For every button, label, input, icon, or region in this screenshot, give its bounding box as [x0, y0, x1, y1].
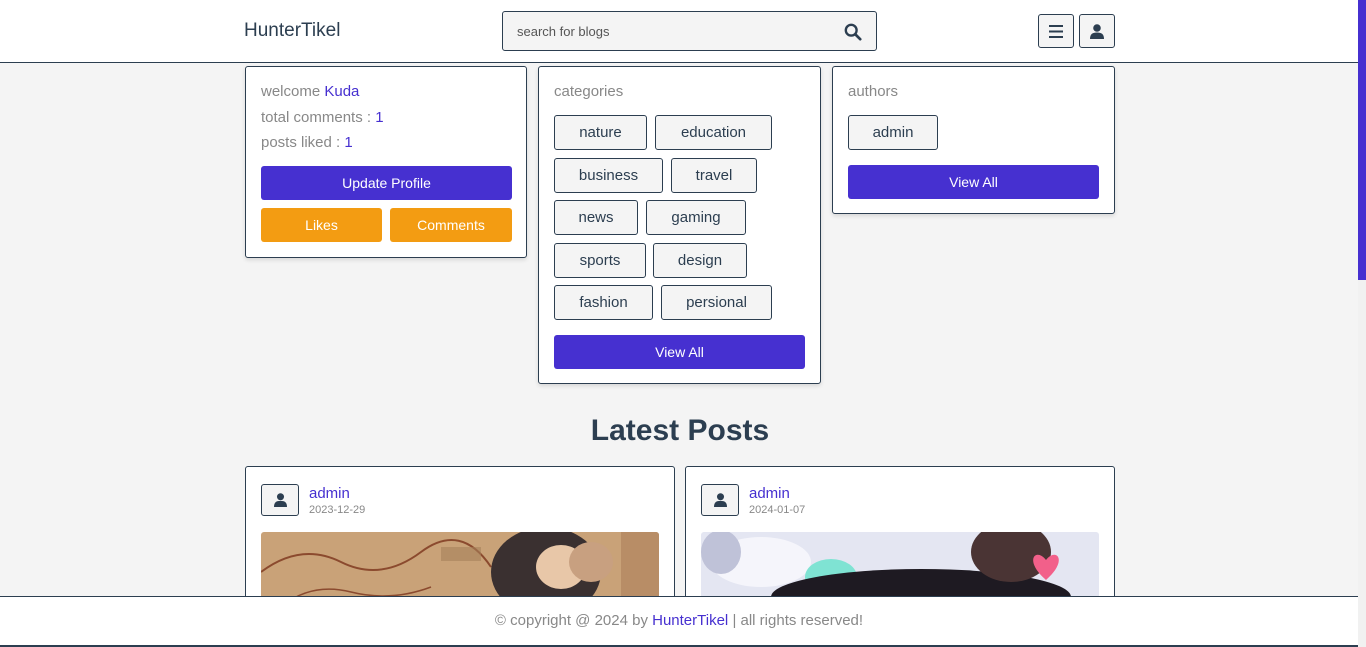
user-icon	[713, 493, 727, 507]
update-profile-button[interactable]: Update Profile	[261, 166, 512, 200]
category-tag-travel[interactable]: travel	[671, 158, 757, 193]
categories-view-all-button[interactable]: View All	[554, 335, 805, 369]
footer: © copyright @ 2024 by HunterTikel | all …	[0, 596, 1358, 647]
category-tag-education[interactable]: education	[655, 115, 772, 150]
footer-brand-link[interactable]: HunterTikel	[652, 612, 728, 629]
user-icon	[1090, 23, 1104, 39]
likes-label: posts liked :	[261, 134, 341, 151]
search-bar	[502, 11, 877, 51]
category-tag-business[interactable]: business	[554, 158, 663, 193]
category-tag-sports[interactable]: sports	[554, 243, 646, 278]
footer-copyright: © copyright @ 2024 by	[494, 612, 648, 629]
comments-line: total comments : 1	[261, 109, 384, 126]
likes-button[interactable]: Likes	[261, 208, 382, 242]
post-card: admin 2024-01-07	[685, 466, 1115, 606]
welcome-line: welcome Kuda	[261, 83, 359, 100]
post-card: admin 2023-12-29	[245, 466, 675, 606]
categories-title: categories	[554, 83, 624, 100]
search-icon[interactable]	[844, 23, 862, 41]
menu-icon	[1049, 24, 1063, 38]
likes-count: 1	[344, 134, 353, 151]
footer-rights: | all rights reserved!	[732, 612, 864, 629]
brand-logo[interactable]: HunterTikel	[244, 20, 340, 42]
scrollbar[interactable]	[1358, 0, 1366, 647]
author-avatar[interactable]	[701, 484, 739, 516]
category-tag-fashion[interactable]: fashion	[554, 285, 653, 320]
menu-button[interactable]	[1038, 14, 1074, 48]
header: HunterTikel	[0, 0, 1358, 63]
post-date: 2023-12-29	[309, 504, 366, 516]
comments-label: total comments :	[261, 109, 372, 126]
post-author-link[interactable]: admin	[309, 485, 350, 502]
category-tag-persional[interactable]: persional	[661, 285, 772, 320]
authors-view-all-button[interactable]: View All	[848, 165, 1099, 199]
latest-posts-title: Latest Posts	[590, 414, 770, 447]
post-date: 2024-01-07	[749, 504, 806, 516]
comments-button[interactable]: Comments	[390, 208, 512, 242]
author-avatar[interactable]	[261, 484, 299, 516]
category-tag-gaming[interactable]: gaming	[646, 200, 746, 235]
post-image[interactable]	[261, 532, 659, 605]
authors-title: authors	[848, 83, 899, 100]
authors-box: authors admin View All	[832, 66, 1115, 214]
categories-box: categories nature education business tra…	[538, 66, 821, 384]
welcome-label: welcome	[261, 83, 321, 100]
author-tag-admin[interactable]: admin	[848, 115, 938, 150]
comments-count: 1	[375, 109, 384, 126]
category-tag-news[interactable]: news	[554, 200, 638, 235]
search-input[interactable]	[517, 12, 827, 50]
user-button[interactable]	[1079, 14, 1115, 48]
post-author-link[interactable]: admin	[749, 485, 790, 502]
user-icon	[273, 493, 287, 507]
scrollbar-thumb[interactable]	[1358, 0, 1366, 280]
profile-box: welcome Kuda total comments : 1 posts li…	[245, 66, 527, 258]
post-image[interactable]	[701, 532, 1099, 605]
category-tag-nature[interactable]: nature	[554, 115, 647, 150]
category-tag-design[interactable]: design	[653, 243, 747, 278]
user-name: Kuda	[324, 83, 360, 100]
likes-line: posts liked : 1	[261, 134, 353, 151]
